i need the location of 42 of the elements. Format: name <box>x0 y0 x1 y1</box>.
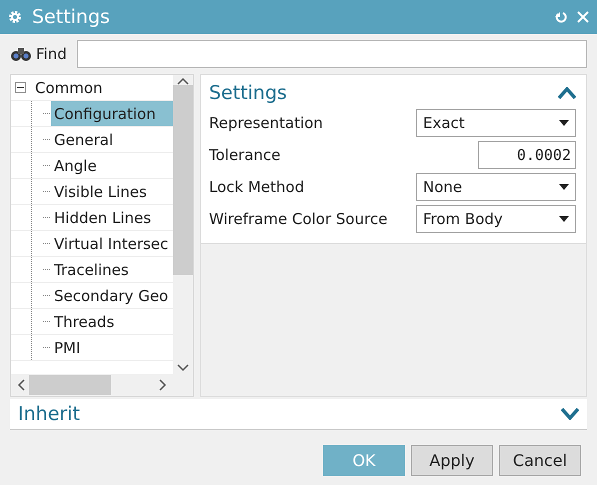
tree-item[interactable]: Tracelines <box>51 257 173 282</box>
tree-item[interactable]: Common <box>32 75 173 100</box>
field-label: Lock Method <box>209 178 304 196</box>
tree-item[interactable]: General <box>51 127 173 152</box>
group-title: Inherit <box>18 403 80 425</box>
tree-item[interactable]: Virtual Intersec <box>51 231 173 256</box>
tree-item[interactable]: Secondary Geo <box>51 283 173 308</box>
window-title: Settings <box>32 6 111 28</box>
find-label: Find <box>36 45 67 63</box>
caret-icon <box>559 120 569 126</box>
dropdown[interactable]: Exact <box>416 109 576 137</box>
apply-button[interactable]: Apply <box>411 445 493 476</box>
reset-icon[interactable] <box>555 11 567 23</box>
gear-icon <box>8 10 22 24</box>
field-label: Wireframe Color Source <box>209 210 388 228</box>
collapse-icon[interactable] <box>15 82 26 93</box>
tree-item[interactable]: Visible Lines <box>51 179 173 204</box>
scrollbar-thumb[interactable] <box>29 375 111 395</box>
find-field[interactable] <box>76 40 587 68</box>
tree-item[interactable]: Angle <box>51 153 173 178</box>
scrollbar-thumb[interactable] <box>173 85 193 275</box>
caret-icon <box>559 184 569 190</box>
tree-item[interactable]: PMI <box>51 335 173 360</box>
dropdown[interactable]: From Body <box>416 205 576 233</box>
expand-icon[interactable] <box>561 408 579 420</box>
tree-item[interactable]: Threads <box>51 309 173 334</box>
field-label: Tolerance <box>209 146 281 164</box>
number-field[interactable]: 0.0002 <box>478 141 576 169</box>
collapse-icon[interactable] <box>558 87 576 99</box>
scroll-left-icon[interactable] <box>17 379 25 391</box>
cancel-button[interactable]: Cancel <box>499 445 581 476</box>
tree-item[interactable]: Configuration <box>51 101 173 126</box>
tree-item[interactable]: Hidden Lines <box>51 205 173 230</box>
close-icon[interactable] <box>577 11 589 23</box>
group-title: Settings <box>209 82 287 104</box>
dropdown[interactable]: None <box>416 173 576 201</box>
scroll-down-icon[interactable] <box>177 364 189 372</box>
binoculars-icon <box>10 46 32 62</box>
scroll-right-icon[interactable] <box>159 379 167 391</box>
caret-icon <box>559 216 569 222</box>
field-label: Representation <box>209 114 323 132</box>
scroll-up-icon[interactable] <box>177 77 189 85</box>
